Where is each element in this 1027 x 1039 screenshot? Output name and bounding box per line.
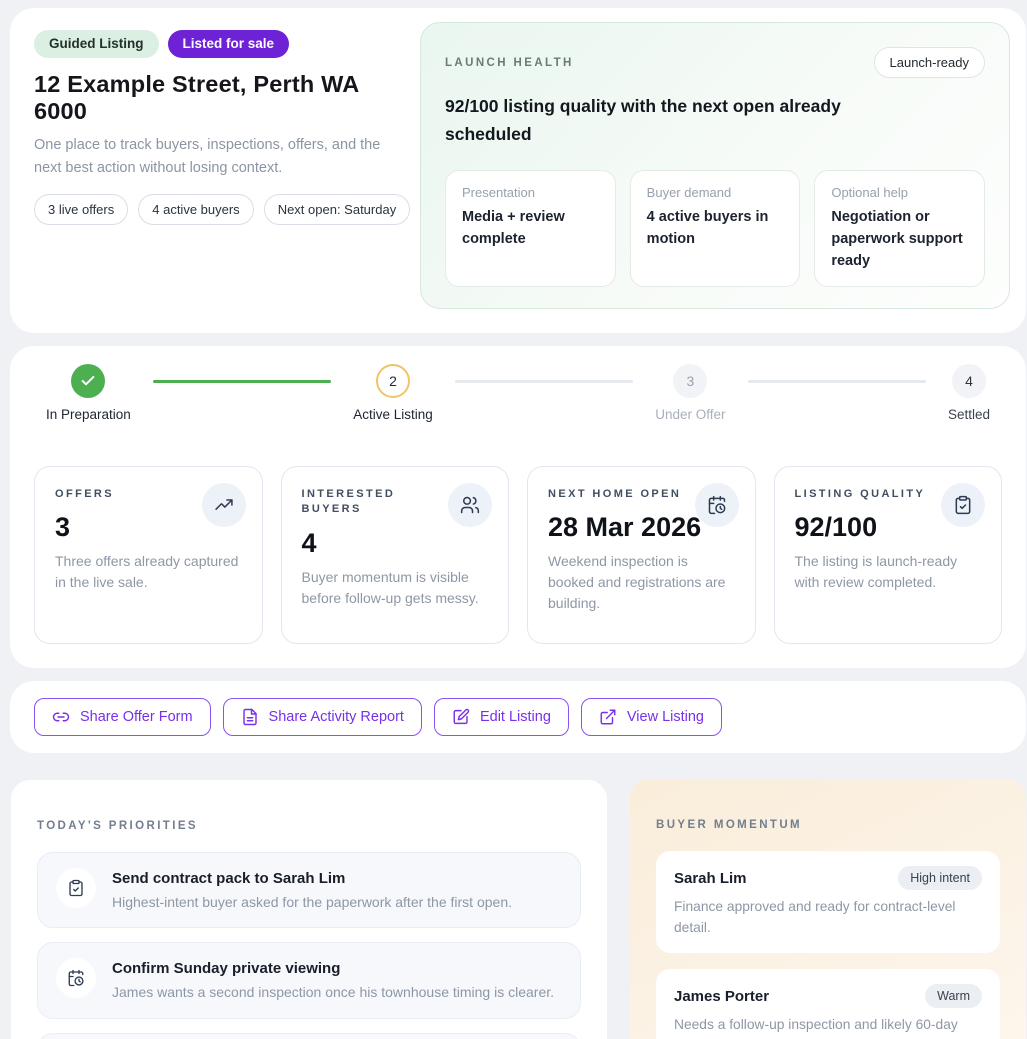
launch-health-card: LAUNCH HEALTH Launch-ready 92/100 listin…	[420, 22, 1010, 309]
factor-value: 4 active buyers in motion	[647, 207, 784, 251]
clipboard-check-icon	[941, 483, 985, 527]
button-label: Edit Listing	[480, 709, 551, 725]
stats-row: OFFERS 3 Three offers already captured i…	[34, 466, 1002, 644]
launch-health-headline: 92/100 listing quality with the next ope…	[445, 92, 877, 148]
factor-label: Optional help	[831, 185, 968, 200]
factor-label: Presentation	[462, 185, 599, 200]
listing-header-card: Guided Listing Listed for sale 12 Exampl…	[10, 8, 1026, 333]
page: Guided Listing Listed for sale 12 Exampl…	[0, 0, 1027, 1039]
intent-badge: High intent	[898, 866, 982, 890]
quick-actions-card: Share Offer Form Share Activity Report E…	[10, 681, 1026, 753]
stat-description: Weekend inspection is booked and registr…	[548, 551, 735, 614]
stat-card-next-home-open: NEXT HOME OPEN 28 Mar 2026 Weekend inspe…	[527, 466, 756, 644]
clipboard-check-icon	[56, 868, 96, 908]
active-buyers-chip: 4 active buyers	[138, 194, 253, 225]
launch-health-label: LAUNCH HEALTH	[445, 57, 574, 69]
button-label: View Listing	[627, 709, 704, 725]
launch-factor-row: Presentation Media + review complete Buy…	[445, 170, 985, 287]
bottom-panels: TODAY'S PRIORITIES Send contract pack to…	[10, 779, 1027, 1039]
factor-value: Negotiation or paperwork support ready	[831, 207, 968, 272]
intent-badge: Warm	[925, 984, 982, 1008]
step-in-preparation: In Preparation	[46, 364, 131, 422]
stage-progress-card: In Preparation 2 Active Listing 3 Under …	[10, 346, 1026, 668]
buyer-name: Sarah Lim	[674, 870, 747, 887]
live-offers-chip: 3 live offers	[34, 194, 128, 225]
edit-listing-button[interactable]: Edit Listing	[434, 698, 569, 736]
check-icon	[80, 373, 96, 389]
link-icon	[52, 708, 70, 726]
step-complete-circle	[71, 364, 105, 398]
share-offer-form-button[interactable]: Share Offer Form	[34, 698, 211, 736]
step-number: 4	[952, 364, 986, 398]
share-activity-report-button[interactable]: Share Activity Report	[223, 698, 422, 736]
calendar-clock-icon	[56, 958, 96, 998]
page-title: 12 Example Street, Perth WA 6000	[34, 71, 410, 125]
priority-item-contract-pack[interactable]: Send contract pack to Sarah Lim Highest-…	[37, 852, 581, 928]
edit-icon	[452, 708, 470, 726]
todays-priorities-label: TODAY'S PRIORITIES	[37, 820, 581, 832]
stat-value: 4	[302, 528, 489, 559]
step-under-offer: 3 Under Offer	[655, 364, 725, 422]
view-listing-button[interactable]: View Listing	[581, 698, 722, 736]
priority-item-private-viewing[interactable]: Confirm Sunday private viewing James wan…	[37, 942, 581, 1018]
buyer-description: Needs a follow-up inspection and likely …	[674, 1015, 982, 1039]
step-number: 3	[673, 364, 707, 398]
buyer-momentum-panel: BUYER MOMENTUM Sarah Lim High intent Fin…	[630, 779, 1026, 1039]
step-label: Under Offer	[655, 407, 725, 422]
factor-value: Media + review complete	[462, 207, 599, 251]
priority-description: James wants a second inspection once his…	[112, 982, 554, 1002]
step-number: 2	[376, 364, 410, 398]
factor-label: Buyer demand	[647, 185, 784, 200]
todays-priorities-panel: TODAY'S PRIORITIES Send contract pack to…	[10, 779, 608, 1039]
step-connector	[748, 380, 926, 383]
badge-row: Guided Listing Listed for sale	[34, 30, 410, 58]
priority-title: Confirm Sunday private viewing	[112, 960, 554, 977]
page-subtitle: One place to track buyers, inspections, …	[34, 134, 406, 179]
button-label: Share Offer Form	[80, 709, 193, 725]
step-label: In Preparation	[46, 407, 131, 422]
step-label: Active Listing	[353, 407, 433, 422]
buyer-description: Finance approved and ready for contract-…	[674, 897, 982, 938]
stat-card-listing-quality: LISTING QUALITY 92/100 The listing is la…	[774, 466, 1003, 644]
step-connector-done	[153, 380, 331, 383]
guided-listing-badge: Guided Listing	[34, 30, 159, 58]
next-open-chip: Next open: Saturday	[264, 194, 411, 225]
users-icon	[448, 483, 492, 527]
factor-presentation: Presentation Media + review complete	[445, 170, 616, 287]
summary-chip-row: 3 live offers 4 active buyers Next open:…	[34, 194, 410, 225]
factor-buyer-demand: Buyer demand 4 active buyers in motion	[630, 170, 801, 287]
stat-description: The listing is launch-ready with review …	[795, 551, 982, 593]
step-label: Settled	[948, 407, 990, 422]
stage-stepper: In Preparation 2 Active Listing 3 Under …	[34, 364, 1002, 422]
buyer-card-sarah-lim[interactable]: Sarah Lim High intent Finance approved a…	[656, 851, 1000, 953]
document-icon	[241, 708, 259, 726]
step-settled: 4 Settled	[948, 364, 990, 422]
calendar-clock-icon	[695, 483, 739, 527]
buyer-card-james-porter[interactable]: James Porter Warm Needs a follow-up insp…	[656, 969, 1000, 1039]
priority-description: Highest-intent buyer asked for the paper…	[112, 892, 512, 912]
step-connector	[455, 380, 633, 383]
buyer-name: James Porter	[674, 988, 769, 1005]
external-link-icon	[599, 708, 617, 726]
step-active-listing: 2 Active Listing	[353, 364, 433, 422]
priority-title: Send contract pack to Sarah Lim	[112, 870, 512, 887]
launch-ready-pill: Launch-ready	[874, 47, 986, 78]
listing-summary: Guided Listing Listed for sale 12 Exampl…	[24, 22, 410, 309]
stat-description: Three offers already captured in the liv…	[55, 551, 242, 593]
buyer-list: Sarah Lim High intent Finance approved a…	[656, 851, 1000, 1039]
button-label: Share Activity Report	[269, 709, 404, 725]
priority-item-clipped[interactable]: Review the backup buyer shortlist	[37, 1033, 581, 1039]
stat-description: Buyer momentum is visible before follow-…	[302, 567, 489, 609]
priority-list: Send contract pack to Sarah Lim Highest-…	[37, 852, 581, 1039]
buyer-momentum-label: BUYER MOMENTUM	[656, 819, 1000, 831]
trending-up-icon	[202, 483, 246, 527]
factor-optional-help: Optional help Negotiation or paperwork s…	[814, 170, 985, 287]
stat-card-interested-buyers: INTERESTED BUYERS 4 Buyer momentum is vi…	[281, 466, 510, 644]
stat-card-offers: OFFERS 3 Three offers already captured i…	[34, 466, 263, 644]
listed-for-sale-badge: Listed for sale	[168, 30, 290, 58]
